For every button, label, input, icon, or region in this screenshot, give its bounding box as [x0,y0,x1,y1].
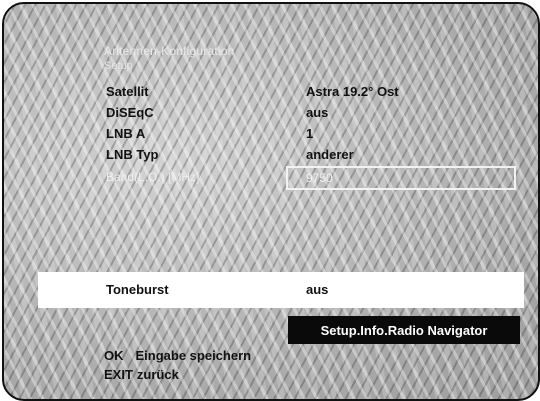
setting-label: DiSEqC [106,105,154,120]
setting-label: LNB Typ [106,147,159,162]
menu-subtitle: Setup [104,60,133,72]
setting-label: Satellit [106,84,149,99]
band-label: Band(L.O.) [MHz] [106,170,200,184]
setting-row-lnb-a[interactable]: LNB A 1 [104,126,524,146]
band-input-field[interactable]: 9750 [286,166,516,190]
setting-value: aus [306,105,329,120]
setting-value: anderer [306,147,354,162]
ok-hint[interactable]: OK Eingabe speichern [104,348,251,363]
setting-value: 1 [306,126,314,141]
exit-key-label: EXIT [104,367,133,382]
setting-label: LNB A [106,126,146,141]
toneburst-label: Toneburst [106,282,169,297]
setting-row-diseqc[interactable]: DiSEqC aus [104,105,524,125]
ok-hint-description: Eingabe speichern [135,348,252,363]
toneburst-value: aus [306,282,329,297]
navigator-badge: Setup.Info.Radio Navigator [288,316,520,344]
setting-row-band[interactable]: Band(L.O.) [MHz] 9750 [104,166,524,190]
setting-row-satellit[interactable]: Satellit Astra 19.2° Ost [104,84,524,104]
toneburst-row-selected[interactable]: Toneburst aus [38,272,524,308]
band-value: 9750 [306,171,333,185]
ok-key-label: OK [104,348,124,363]
setting-row-lnb-typ[interactable]: LNB Typ anderer [104,147,524,167]
exit-hint[interactable]: EXIT zurück [104,367,179,382]
tv-screen: Antennen-Konfiguration Setup Satellit As… [2,2,540,401]
setting-value: Astra 19.2° Ost [306,84,399,99]
menu-title: Antennen-Konfiguration [104,44,235,58]
exit-hint-description: zurück [136,367,179,382]
